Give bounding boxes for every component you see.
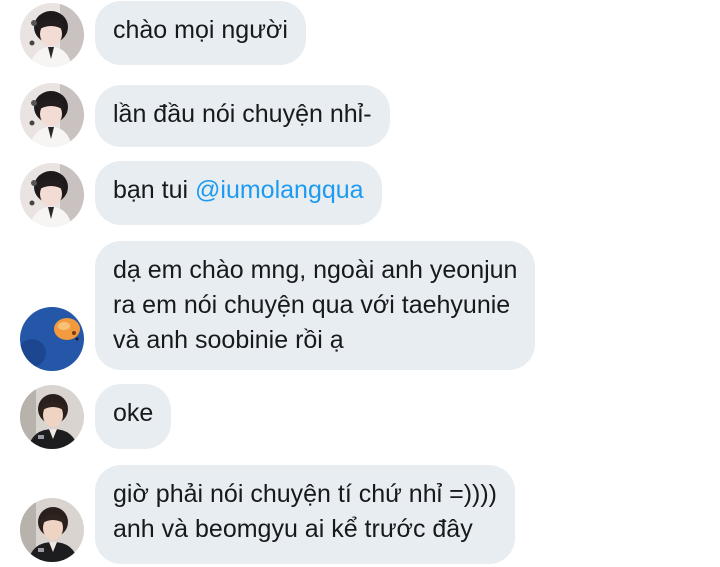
message-text: chào mọi người bbox=[113, 16, 288, 44]
person-avatar-icon bbox=[20, 385, 84, 449]
avatar-yeonjun[interactable] bbox=[20, 385, 84, 449]
mention-link[interactable]: @iumolangqua bbox=[195, 176, 364, 204]
person-avatar-icon bbox=[20, 3, 84, 67]
avatar-beomgyu[interactable] bbox=[20, 83, 84, 147]
message-text: bạn tui @iumolangqua bbox=[113, 173, 364, 208]
message-bubble[interactable]: bạn tui @iumolangqua bbox=[95, 161, 382, 225]
message-bubble[interactable]: dạ em chào mng, ngoài anh yeonjun ra em … bbox=[95, 241, 536, 370]
message-text: oke bbox=[113, 399, 154, 427]
avatar-orange[interactable] bbox=[20, 307, 84, 371]
blue-orange-avatar-icon bbox=[20, 307, 84, 371]
message-text-line: giờ phải nói chuyện tí chứ nhỉ =)))) bbox=[113, 480, 498, 508]
message-text-line: dạ em chào mng, ngoài anh yeonjun bbox=[113, 256, 518, 284]
avatar-beomgyu[interactable] bbox=[20, 3, 84, 67]
message-bubble[interactable]: lần đầu nói chuyện nhỉ- bbox=[95, 85, 390, 147]
message-text-line: ra em nói chuyện qua với taehyunie bbox=[113, 291, 511, 319]
person-avatar-icon bbox=[20, 498, 84, 562]
message-bubble[interactable]: oke bbox=[95, 384, 172, 449]
message-text: lần đầu nói chuyện nhỉ- bbox=[113, 100, 372, 128]
message-bubble[interactable]: giờ phải nói chuyện tí chứ nhỉ =)))) anh… bbox=[95, 465, 516, 564]
person-avatar-icon bbox=[20, 163, 84, 227]
message-text-line: và anh soobinie rồi ạ bbox=[113, 326, 344, 354]
message-bubble[interactable]: chào mọi người bbox=[95, 1, 306, 65]
avatar-beomgyu[interactable] bbox=[20, 163, 84, 227]
message-text-before-mention: bạn tui bbox=[113, 176, 196, 204]
person-avatar-icon bbox=[20, 83, 84, 147]
avatar-yeonjun[interactable] bbox=[20, 498, 84, 562]
message-text-line: anh và beomgyu ai kể trước đây bbox=[113, 515, 473, 543]
